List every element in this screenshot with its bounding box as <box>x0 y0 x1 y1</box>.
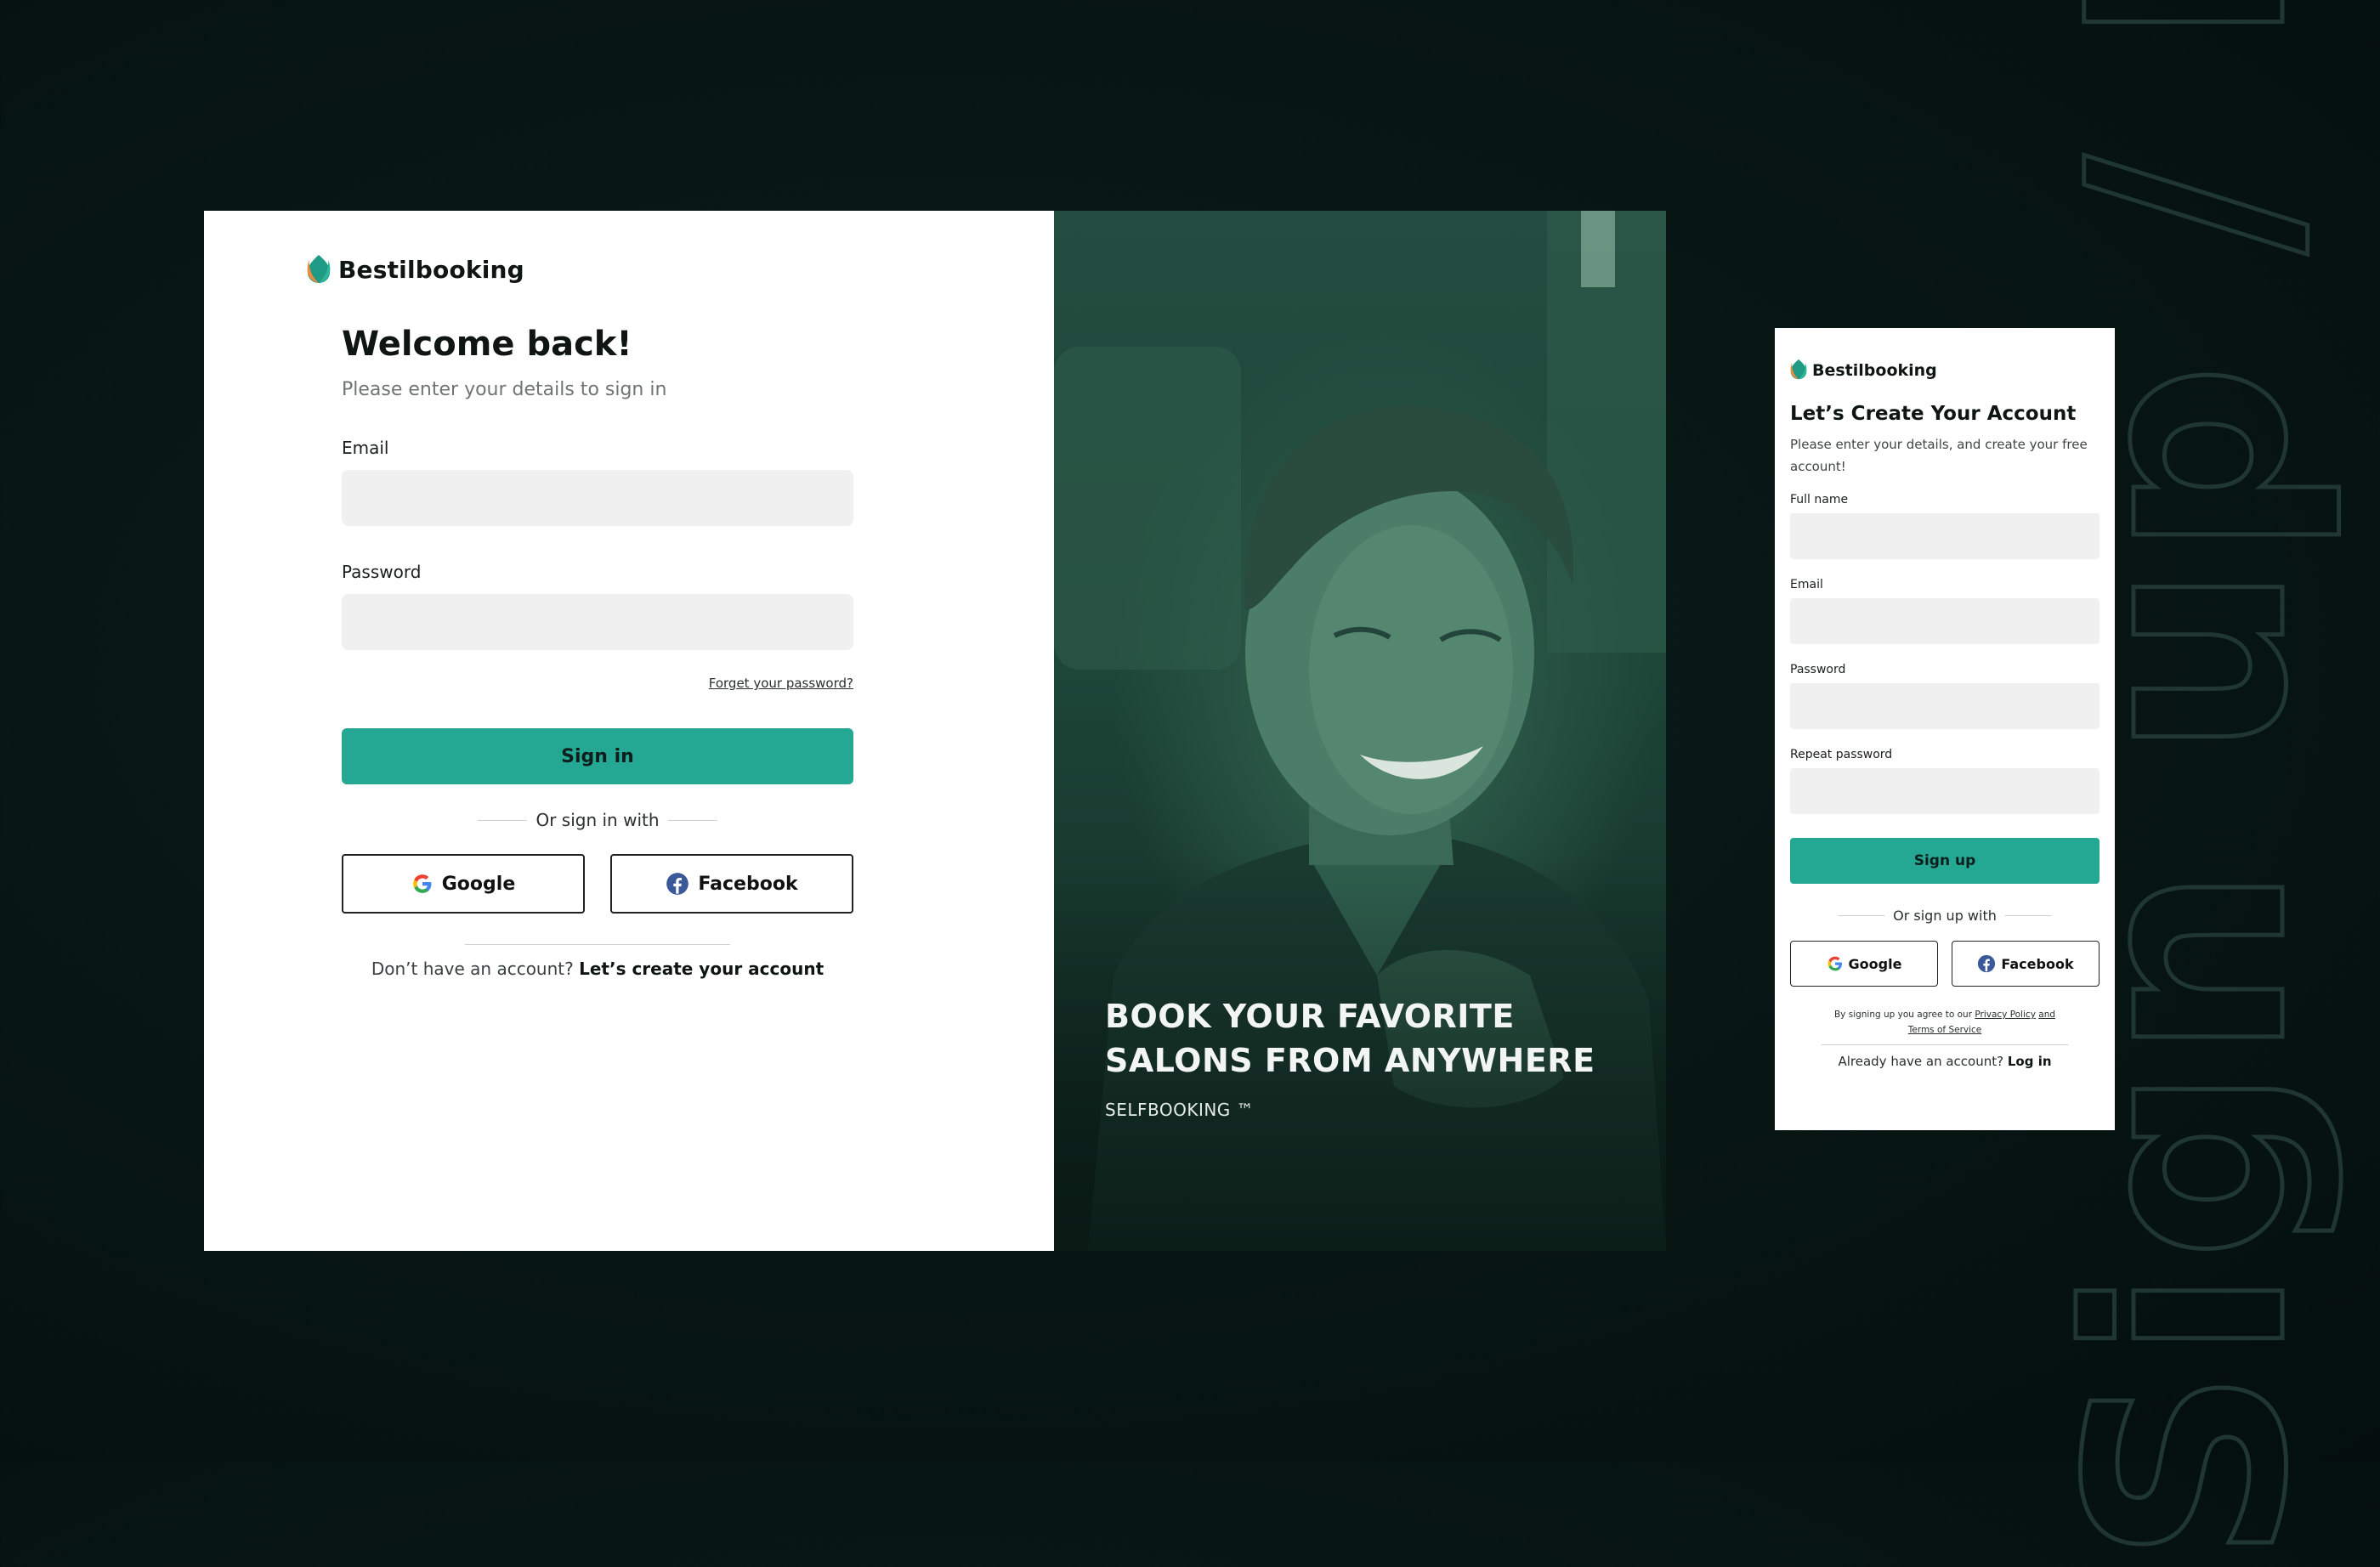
brand-logo[interactable]: Bestilbooking <box>1788 357 1937 383</box>
password-field[interactable] <box>342 594 853 650</box>
forgot-password-link[interactable]: Forget your password? <box>342 676 853 691</box>
email-field[interactable] <box>1790 598 2100 644</box>
divider-text: Or sign up with <box>1893 908 1997 924</box>
login-prompt: Already have an account? Log in <box>1790 1054 2100 1069</box>
signup-prompt: Don’t have an account? Let’s create your… <box>342 959 853 979</box>
facebook-label: Facebook <box>2001 955 2074 972</box>
sign-in-button[interactable]: Sign in <box>342 728 853 784</box>
signup-card: Bestilbooking Let’s Create Your Account … <box>1775 328 2115 1130</box>
terms-and: and <box>2038 1010 2056 1020</box>
flame-leaf-logo-icon <box>304 252 333 287</box>
hero-tagline: SELFBOOKING ™ <box>1105 1100 1255 1120</box>
login-card: Bestilbooking Welcome back! Please enter… <box>204 211 1054 1251</box>
email-label: Email <box>1790 578 1823 591</box>
full-name-field[interactable] <box>1790 513 2100 559</box>
terms-prefix: By signing up you agree to our <box>1833 1010 1973 1020</box>
facebook-label: Facebook <box>698 873 798 895</box>
facebook-icon <box>666 872 689 896</box>
create-account-link[interactable]: Let’s create your account <box>579 959 824 979</box>
email-field[interactable] <box>342 470 853 526</box>
google-icon <box>1827 955 1844 972</box>
facebook-sign-in-button[interactable]: Facebook <box>610 854 853 914</box>
background-side-text: Sign up / Log in <box>2029 0 2350 1566</box>
footer-divider <box>1822 1044 2068 1045</box>
brand-name: Bestilbooking <box>338 255 524 284</box>
social-divider: Or sign up with <box>1790 908 2100 924</box>
log-in-link[interactable]: Log in <box>2008 1054 2052 1069</box>
password-label: Password <box>342 562 422 582</box>
login-form: Welcome back! Please enter your details … <box>342 325 853 979</box>
brand-name: Bestilbooking <box>1812 360 1937 380</box>
facebook-sign-up-button[interactable]: Facebook <box>1952 941 2100 987</box>
google-label: Google <box>1848 955 1902 972</box>
divider-line <box>1839 915 1885 916</box>
brand-logo[interactable]: Bestilbooking <box>304 252 524 287</box>
repeat-password-field[interactable] <box>1790 768 2100 814</box>
terms-of-service-link[interactable]: Terms of Service <box>1908 1025 1982 1035</box>
email-label: Email <box>342 438 389 458</box>
divider-text: Or sign in with <box>536 810 660 830</box>
hero-panel: BOOK YOUR FAVORITE SALONS FROM ANYWHERE … <box>1054 211 1666 1251</box>
password-label: Password <box>1790 663 1846 676</box>
footer-divider <box>465 944 730 945</box>
hero-headline: BOOK YOUR FAVORITE SALONS FROM ANYWHERE <box>1105 998 1595 1079</box>
facebook-icon <box>1977 954 1996 973</box>
signup-form: Let’s Create Your Account Please enter y… <box>1790 403 2100 1069</box>
terms-notice: By signing up you agree to our Privacy P… <box>1790 1007 2100 1038</box>
login-prompt-text: Already have an account? <box>1838 1054 2004 1069</box>
hero-photo <box>1054 211 1666 1251</box>
page-title: Welcome back! <box>342 325 632 364</box>
page-subtitle: Please enter your details to sign in <box>342 379 667 400</box>
divider-line <box>2004 915 2051 916</box>
social-buttons: Google Facebook <box>1790 941 2100 987</box>
google-icon <box>411 873 434 895</box>
social-buttons: Google Facebook <box>342 854 853 914</box>
privacy-policy-link[interactable]: Privacy Policy <box>1975 1010 2036 1020</box>
signup-subtitle: Please enter your details, and create yo… <box>1790 437 2088 474</box>
google-label: Google <box>441 873 516 895</box>
google-sign-up-button[interactable]: Google <box>1790 941 1938 987</box>
password-field[interactable] <box>1790 683 2100 729</box>
signup-prompt-text: Don’t have an account? <box>371 959 574 979</box>
repeat-password-label: Repeat password <box>1790 748 1893 761</box>
social-divider: Or sign in with <box>342 810 853 830</box>
flame-leaf-logo-icon <box>1788 357 1809 383</box>
divider-line <box>667 819 717 821</box>
signup-title: Let’s Create Your Account <box>1790 403 2077 425</box>
google-sign-in-button[interactable]: Google <box>342 854 585 914</box>
full-name-label: Full name <box>1790 493 1849 506</box>
sign-up-button[interactable]: Sign up <box>1790 838 2100 884</box>
divider-line <box>478 819 528 821</box>
